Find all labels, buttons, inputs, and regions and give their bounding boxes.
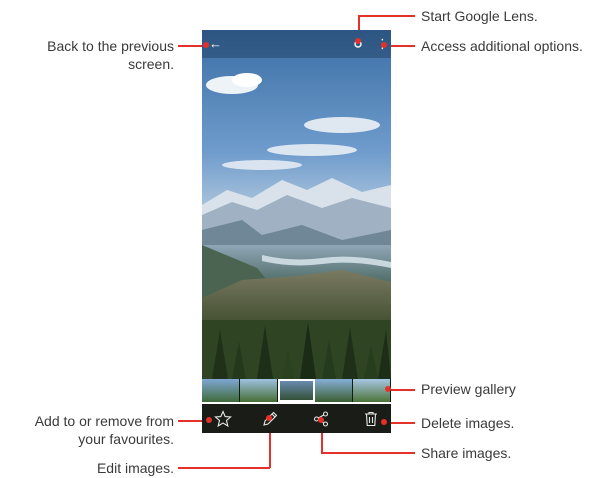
options-callout-label: Access additional options. xyxy=(421,38,583,54)
back-arrow-icon[interactable]: ← xyxy=(209,36,222,52)
edit-callout-line-h xyxy=(178,467,270,469)
favourite-callout-dot xyxy=(206,417,212,423)
share-callout-dot xyxy=(318,417,324,423)
landscape-photo xyxy=(202,30,391,379)
preview-gallery[interactable] xyxy=(202,379,391,402)
lens-callout-label: Start Google Lens. xyxy=(421,8,538,24)
gallery-thumbnail-selected[interactable] xyxy=(277,379,316,402)
star-icon[interactable] xyxy=(214,410,232,428)
preview-callout-line xyxy=(388,389,415,391)
preview-callout-label: Preview gallery xyxy=(421,381,516,397)
bottom-toolbar xyxy=(202,404,391,433)
lens-callout-dot xyxy=(355,38,361,44)
delete-callout-label: Delete images. xyxy=(421,415,515,431)
preview-callout-dot xyxy=(385,386,391,392)
share-callout-label: Share images. xyxy=(421,445,512,461)
gallery-thumbnail[interactable] xyxy=(239,379,278,402)
gallery-thumbnail[interactable] xyxy=(315,379,354,402)
share-callout-line-h xyxy=(321,452,415,454)
top-toolbar: ← ⋮ xyxy=(202,30,391,58)
edit-callout-label: Edit images. xyxy=(96,460,174,476)
lens-callout-line-h xyxy=(358,15,415,17)
back-callout-label: Back to the previous screen. xyxy=(47,38,174,72)
delete-callout-dot xyxy=(381,419,387,425)
gallery-thumbnail[interactable] xyxy=(202,379,240,402)
photo-viewer-screen: ← ⋮ xyxy=(202,30,391,433)
options-callout-dot xyxy=(381,42,387,48)
favourite-callout-label: Add to or remove from your favourites. xyxy=(34,413,174,447)
edit-callout-dot xyxy=(266,415,272,421)
trash-icon[interactable] xyxy=(362,410,380,428)
back-callout-dot xyxy=(203,42,209,48)
